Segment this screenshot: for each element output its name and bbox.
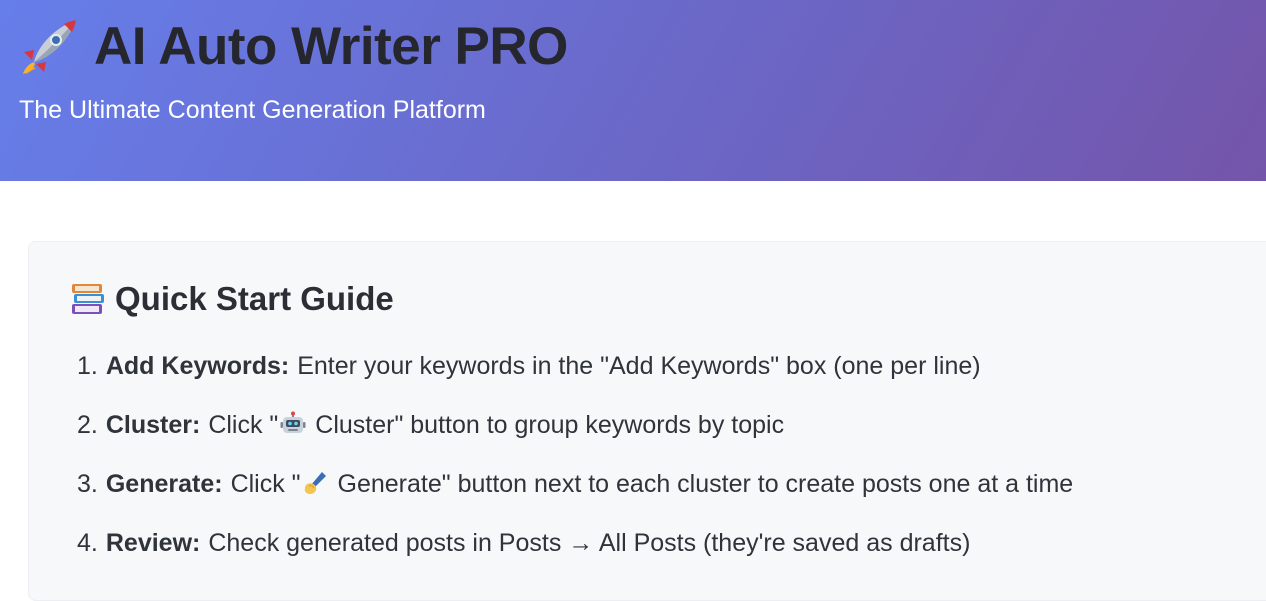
quick-start-guide-card: Quick Start Guide 1. Add Keywords: Enter… [28,241,1266,601]
step-text-after: Cluster" button to group keywords by top… [308,411,785,439]
step-number: 3. [77,470,98,498]
steps-list: 1. Add Keywords: Enter your keywords in … [77,352,1073,588]
page-title: AI Auto Writer PRO [94,16,568,76]
step-number: 1. [77,352,98,380]
page-subtitle: The Ultimate Content Generation Platform [19,96,486,124]
step-text: Enter your keywords in the "Add Keywords… [297,352,981,380]
step-title: Add Keywords: [105,352,290,380]
step-text: Click " Cluster" button to group keyword… [208,411,784,440]
step-number: 2. [77,411,98,439]
guide-heading: Quick Start Guide [115,280,394,317]
step-text: Check generated posts in Posts → All Pos… [208,529,971,557]
list-item: 3. Generate: Click " Generate" button ne… [77,470,1073,529]
guide-heading-row: Quick Start Guide [71,280,394,318]
header-title-row: AI Auto Writer PRO [20,14,568,78]
step-text-before: Click " [208,411,279,439]
list-item: 2. Cluster: Click " Cluster" button to g… [77,411,1073,470]
step-text-before: Click " [230,470,301,498]
list-item: 1. Add Keywords: Enter your keywords in … [77,352,1073,411]
books-icon [72,284,104,314]
step-text: Click " Generate" button next to each cl… [231,470,1074,499]
step-title: Cluster: [105,411,201,439]
list-item: 4. Review: Check generated posts in Post… [77,529,1073,588]
robot-icon [280,411,306,433]
step-title: Generate: [105,470,223,498]
page-header: AI Auto Writer PRO The Ultimate Content … [0,0,1266,181]
writing-hand-icon [304,472,326,494]
step-text-after: Generate" button next to each cluster to… [330,470,1074,498]
step-number: 4. [77,529,98,557]
rocket-icon [23,20,76,74]
step-title: Review: [105,529,201,557]
